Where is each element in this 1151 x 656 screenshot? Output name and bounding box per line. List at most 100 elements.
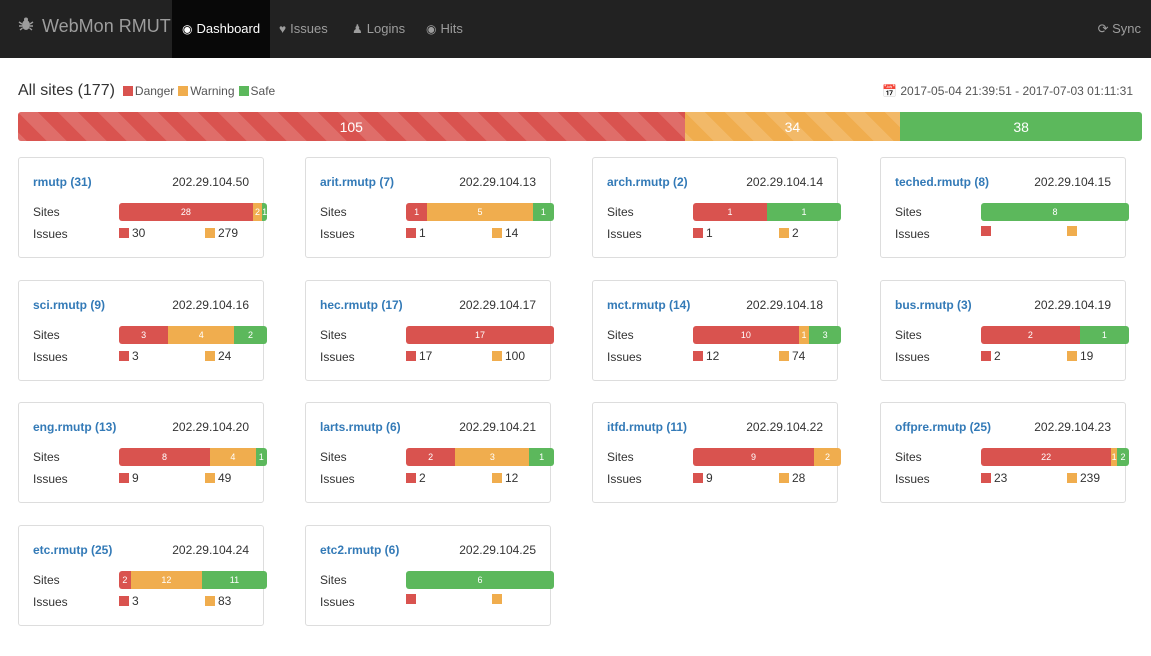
sync-button[interactable]: ⟳ Sync (1098, 0, 1141, 58)
safe-segment[interactable]: 2 (234, 326, 267, 344)
danger-segment[interactable]: 2 (406, 448, 456, 466)
issues-label: Issues (895, 350, 930, 364)
warning-segment[interactable]: 2 (814, 448, 841, 466)
site-ip: 202.29.104.22 (746, 420, 823, 434)
site-card[interactable]: etc2.rmutp (6) 202.29.104.25 Sites Issues 6 (305, 525, 554, 626)
nav-dashboard[interactable]: ◉ Dashboard (172, 0, 271, 58)
site-card[interactable]: arit.rmutp (7) 202.29.104.13 Sites Issues 1 5… (305, 157, 554, 258)
site-name-link[interactable]: itfd.rmutp (11) (607, 420, 687, 434)
overall-danger-segment[interactable]: 105 (18, 112, 685, 141)
safe-segment[interactable]: 1 (1079, 326, 1129, 344)
warning-swatch (205, 473, 215, 483)
nav-logins[interactable]: ♟ Logins (342, 0, 415, 58)
site-card[interactable]: hec.rmutp (17) 202.29.104.17 Sites Issues 17… (305, 280, 554, 381)
danger-segment[interactable]: 2 (119, 571, 131, 589)
danger-segment[interactable]: 8 (119, 448, 211, 466)
danger-issues-count: 12 (706, 349, 720, 363)
warning-issues: 83 (205, 594, 231, 608)
brand[interactable]: WebMon RMUTP (18, 16, 183, 37)
safe-segment[interactable]: 1 (767, 203, 841, 221)
warning-issues-count: 74 (792, 349, 806, 363)
site-card[interactable]: itfd.rmutp (11) 202.29.104.22 Sites Issues 9… (592, 402, 841, 503)
overall-safe-segment[interactable]: 38 (900, 112, 1142, 141)
danger-issues-count: 9 (706, 471, 713, 485)
site-status-bar: 22 1 2 (981, 448, 1129, 466)
site-name-link[interactable]: bus.rmutp (3) (895, 298, 972, 312)
safe-segment[interactable]: 2 (1117, 448, 1129, 466)
site-status-bar: 28 2 1 (119, 203, 267, 221)
dashboard-icon: ◉ (182, 22, 193, 36)
site-card[interactable]: teched.rmutp (8) 202.29.104.15 Sites Issues… (880, 157, 1129, 258)
warning-segment[interactable]: 12 (130, 571, 202, 589)
warning-segment[interactable]: 2 (252, 203, 263, 221)
site-card[interactable]: arch.rmutp (2) 202.29.104.14 Sites Issues 1 1… (592, 157, 841, 258)
warning-swatch (205, 228, 215, 238)
site-name-link[interactable]: larts.rmutp (6) (320, 420, 401, 434)
warning-issues-count: 83 (218, 594, 232, 608)
danger-issues-count: 1 (419, 226, 426, 240)
sites-label: Sites (320, 328, 347, 342)
site-name-link[interactable]: etc2.rmutp (6) (320, 543, 399, 557)
site-name-link[interactable]: rmutp (31) (33, 175, 92, 189)
danger-segment[interactable]: 1 (406, 203, 428, 221)
date-range: 📅 2017-05-04 21:39:51 - 2017-07-03 01:11… (882, 84, 1133, 98)
warning-segment[interactable]: 4 (210, 448, 256, 466)
danger-segment[interactable]: 22 (981, 448, 1112, 466)
safe-segment[interactable]: 11 (201, 571, 267, 589)
site-name-link[interactable]: etc.rmutp (25) (33, 543, 112, 557)
warning-segment[interactable]: 5 (427, 203, 533, 221)
safe-segment[interactable]: 1 (255, 448, 267, 466)
site-name-link[interactable]: arit.rmutp (7) (320, 175, 394, 189)
warning-segment[interactable]: 4 (168, 326, 235, 344)
warning-segment[interactable]: 3 (455, 448, 530, 466)
site-status-bar: 231 (406, 448, 554, 466)
danger-segment[interactable]: 10 (693, 326, 799, 344)
site-name-link[interactable]: hec.rmutp (17) (320, 298, 403, 312)
issues-label: Issues (607, 227, 642, 241)
site-card[interactable]: bus.rmutp (3) 202.29.104.19 Sites Issues 2 1 2… (880, 280, 1129, 381)
warning-segment[interactable]: 1 (798, 326, 810, 344)
danger-segment[interactable]: 9 (693, 448, 815, 466)
safe-segment[interactable]: 6 (406, 571, 554, 589)
site-card[interactable]: mct.rmutp (14) 202.29.104.18 Sites Issues 10… (592, 280, 841, 381)
site-card[interactable]: eng.rmutp (13) 202.29.104.20 Sites Issues 8 4… (18, 402, 267, 503)
site-card[interactable]: larts.rmutp (6) 202.29.104.21 Sites Issues 2… (305, 402, 554, 503)
nav-hits[interactable]: ◉ Hits (416, 0, 473, 58)
site-name-link[interactable]: teched.rmutp (8) (895, 175, 989, 189)
site-name-link[interactable]: mct.rmutp (14) (607, 298, 690, 312)
safe-segment[interactable]: 1 (529, 448, 554, 466)
issues-label: Issues (33, 472, 68, 486)
warning-issues: 12 (492, 471, 518, 485)
site-ip: 202.29.104.17 (459, 298, 536, 312)
site-card[interactable]: offpre.rmutp (25) 202.29.104.23 Sites Issue… (880, 402, 1129, 503)
overall-warning-segment[interactable]: 34 (684, 112, 901, 141)
safe-segment[interactable]: 1 (532, 203, 554, 221)
danger-swatch (119, 596, 129, 606)
sites-label: Sites (895, 450, 922, 464)
danger-segment[interactable]: 28 (119, 203, 253, 221)
site-card[interactable]: rmutp (31) 202.29.104.50 Sites Issues 28 2 1 30… (18, 157, 267, 258)
site-name-link[interactable]: offpre.rmutp (25) (895, 420, 991, 434)
site-card[interactable]: etc.rmutp (25) 202.29.104.24 Sites Issues 2 1… (18, 525, 267, 626)
site-name-link[interactable]: sci.rmutp (9) (33, 298, 105, 312)
danger-issues: 3 (119, 349, 139, 363)
site-status-bar: 10 1 3 (693, 326, 841, 344)
site-card[interactable]: sci.rmutp (9) 202.29.104.16 Sites Issues 3 4 2… (18, 280, 267, 381)
issues-label: Issues (320, 472, 355, 486)
safe-segment[interactable]: 3 (809, 326, 841, 344)
summary-header: All sites (177) Danger Warning Safe (18, 82, 275, 100)
nav-issues[interactable]: ♥ Issues (269, 0, 338, 58)
danger-segment[interactable]: 17 (406, 326, 554, 344)
safe-segment[interactable]: 8 (981, 203, 1129, 221)
issues-label: Issues (607, 350, 642, 364)
danger-segment[interactable]: 1 (693, 203, 767, 221)
safe-segment[interactable]: 1 (262, 203, 267, 221)
warning-swatch (492, 351, 502, 361)
sites-label: Sites (607, 205, 634, 219)
danger-issues: 2 (406, 471, 426, 485)
site-name-link[interactable]: eng.rmutp (13) (33, 420, 116, 434)
danger-segment[interactable]: 2 (981, 326, 1080, 344)
site-name-link[interactable]: arch.rmutp (2) (607, 175, 688, 189)
danger-segment[interactable]: 3 (119, 326, 169, 344)
warning-issues: 19 (1067, 349, 1093, 363)
